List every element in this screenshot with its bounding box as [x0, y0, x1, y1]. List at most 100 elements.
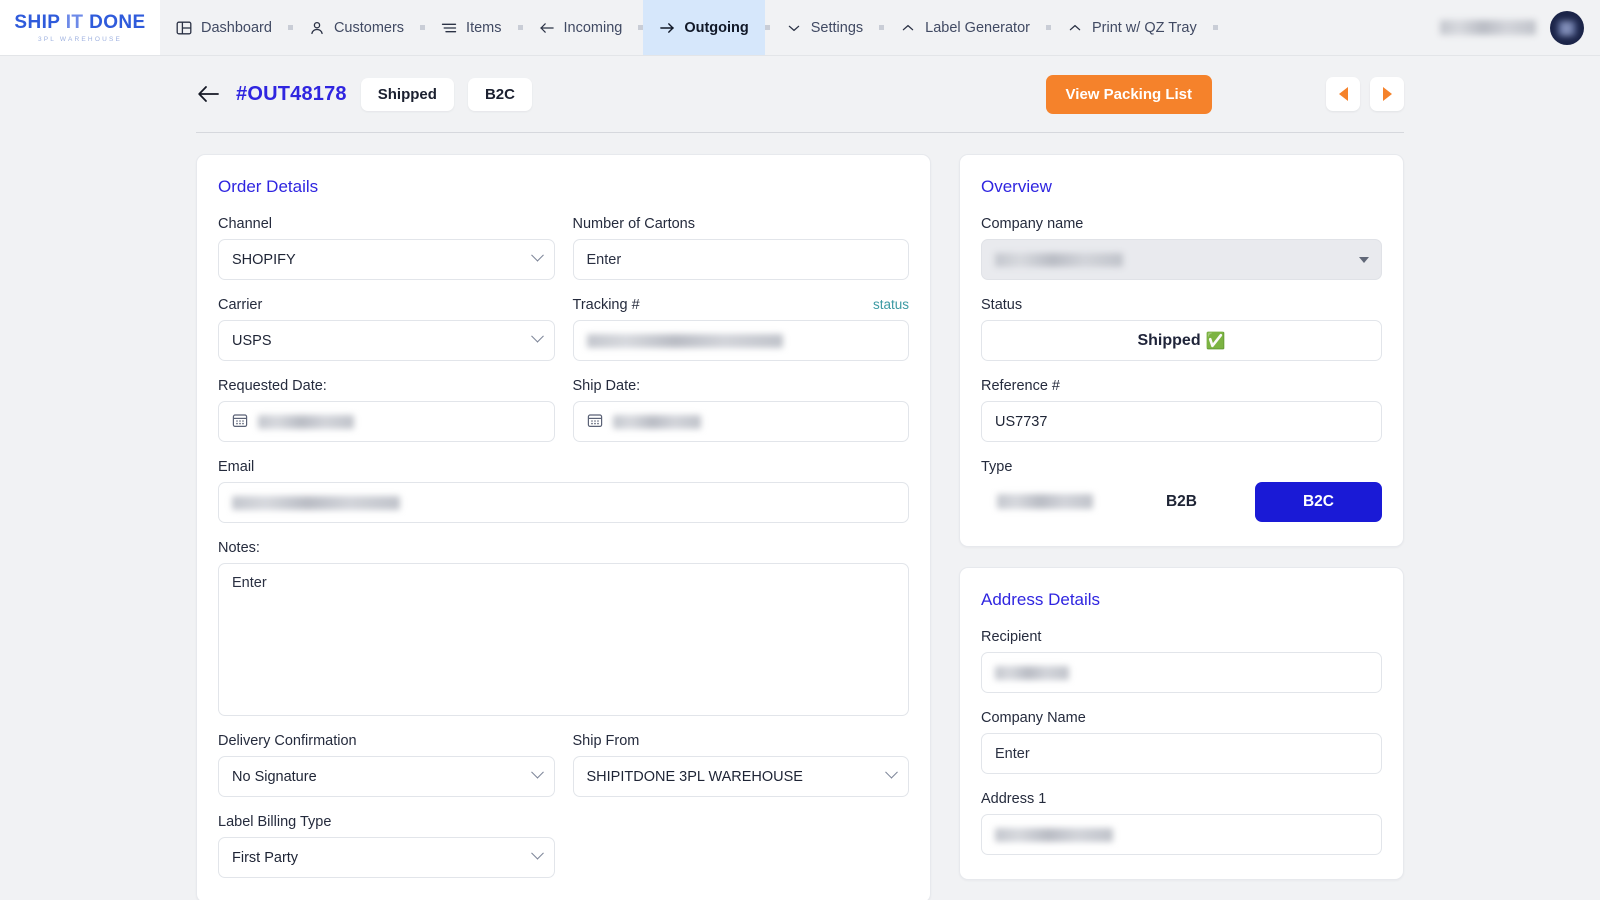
ship-date-value-redacted	[612, 414, 701, 429]
nav-label-incoming: Incoming	[563, 19, 623, 36]
nav-item-outgoing[interactable]: Outgoing	[643, 0, 765, 55]
app-logo[interactable]: SHIP IT DONE 3PL WAREHOUSE	[0, 0, 160, 55]
caret-down-icon	[1359, 256, 1369, 263]
previous-order-button[interactable]	[1326, 77, 1360, 111]
label-billing-select[interactable]: First Party	[218, 837, 555, 878]
notes-textarea[interactable]: Enter	[218, 563, 909, 716]
triangle-left-icon	[1338, 87, 1348, 101]
tracking-field: Tracking # status	[572, 297, 910, 361]
calendar-icon	[587, 412, 603, 432]
delivery-confirmation-label: Delivery Confirmation	[218, 733, 555, 749]
overview-status-label: Status	[981, 297, 1382, 313]
layout-icon	[176, 20, 192, 36]
channel-select[interactable]: SHOPIFY	[218, 239, 555, 280]
type-option-redacted-label	[996, 494, 1093, 510]
ship-date-label-text: Ship Date:	[572, 378, 641, 394]
notes-label-text: Notes:	[218, 540, 260, 556]
user-name-redacted	[1440, 20, 1536, 35]
type-option-b2b[interactable]: B2B	[1118, 482, 1245, 522]
carrier-select[interactable]: USPS	[218, 320, 555, 361]
label-billing-field: Label Billing Type First Party	[218, 814, 555, 878]
carrier-value: USPS	[232, 332, 272, 349]
email-label: Email	[218, 459, 909, 475]
nav-item-dashboard[interactable]: Dashboard	[160, 0, 288, 55]
nav-label-customers: Customers	[333, 19, 405, 36]
content-columns: Order Details Channel SHOPIFY Number of …	[196, 133, 1404, 900]
triangle-right-icon	[1382, 87, 1392, 101]
back-button[interactable]	[196, 81, 222, 107]
order-header: #OUT48178 Shipped B2C View Packing List	[196, 56, 1404, 132]
nav-item-print-qz-tray[interactable]: Print w/ QZ Tray	[1051, 0, 1213, 55]
chevron-down-icon	[530, 248, 544, 262]
tracking-label: Tracking # status	[573, 297, 910, 313]
channel-label: Channel	[218, 216, 555, 232]
ship-date-input[interactable]	[572, 401, 909, 442]
avatar[interactable]	[1550, 10, 1584, 45]
overview-status-value: Shipped	[1137, 331, 1201, 349]
nav-item-customers[interactable]: Customers	[293, 0, 420, 55]
address-company-input[interactable]: Enter	[981, 733, 1382, 774]
recipient-value-redacted	[995, 665, 1069, 680]
requested-date-input[interactable]	[218, 401, 555, 442]
notes-field: Notes: Enter	[218, 540, 909, 716]
nav-separator-dot	[1212, 25, 1218, 30]
nav-item-incoming[interactable]: Incoming	[523, 0, 639, 55]
requested-date-field: Requested Date:	[218, 378, 555, 442]
type-option-redacted[interactable]	[981, 482, 1108, 522]
order-type-badge: B2C	[467, 77, 532, 111]
right-column: Overview Company name Status Shipped ✅ R…	[959, 154, 1404, 880]
requested-date-value-redacted	[258, 414, 354, 429]
type-field: Type B2B B2C	[981, 459, 1382, 522]
chevron-down-icon	[530, 329, 544, 343]
channel-label-text: Channel	[218, 216, 273, 232]
reference-input[interactable]: US7737	[981, 401, 1382, 442]
nav-label-settings: Settings	[810, 19, 864, 36]
label-billing-row: Label Billing Type First Party	[218, 814, 909, 878]
cartons-input[interactable]: Enter	[572, 239, 909, 280]
email-field: Email	[218, 459, 909, 523]
tracking-value-redacted	[586, 333, 783, 348]
tracking-input[interactable]	[572, 320, 909, 361]
overview-status-field: Status Shipped ✅	[981, 297, 1382, 361]
delivery-confirmation-select[interactable]: No Signature	[218, 756, 555, 797]
next-order-button[interactable]	[1370, 77, 1404, 111]
carrier-label-text: Carrier	[218, 297, 263, 313]
email-value-redacted	[232, 495, 400, 510]
channel-field: Channel SHOPIFY	[218, 216, 555, 280]
overview-company-value-redacted	[995, 252, 1123, 267]
nav-label-items: Items	[466, 19, 502, 36]
nav-item-settings[interactable]: Settings	[770, 0, 879, 55]
order-details-card: Order Details Channel SHOPIFY Number of …	[196, 154, 931, 900]
ship-from-select[interactable]: SHIPITDONE 3PL WAREHOUSE	[572, 756, 909, 797]
nav-item-label-generator[interactable]: Label Generator	[884, 0, 1046, 55]
cartons-label-text: Number of Cartons	[572, 216, 696, 232]
email-input[interactable]	[218, 482, 909, 523]
overview-company-select[interactable]	[981, 239, 1382, 280]
overview-company-label: Company name	[981, 216, 1382, 232]
logo-wordmark: SHIP IT DONE	[14, 13, 145, 32]
chevron-up-icon	[900, 20, 916, 36]
type-option-b2c[interactable]: B2C	[1255, 482, 1382, 522]
overview-status-box: Shipped ✅	[981, 320, 1382, 361]
nav-item-items[interactable]: Items	[425, 0, 517, 55]
recipient-input[interactable]	[981, 652, 1382, 693]
address1-input[interactable]	[981, 814, 1382, 855]
requested-date-label-text: Requested Date:	[218, 378, 327, 394]
delivery-confirmation-label-text: Delivery Confirmation	[218, 733, 357, 749]
overview-company-label-text: Company name	[981, 216, 1084, 232]
left-column: Order Details Channel SHOPIFY Number of …	[196, 154, 931, 900]
label-billing-spacer	[573, 814, 910, 878]
overview-company-field: Company name	[981, 216, 1382, 280]
channel-value: SHOPIFY	[232, 251, 296, 268]
view-packing-list-button[interactable]: View Packing List	[1045, 74, 1212, 114]
logo-tagline: 3PL WAREHOUSE	[37, 35, 123, 43]
page-container: #OUT48178 Shipped B2C View Packing List …	[0, 56, 1600, 900]
order-pager	[1326, 77, 1404, 111]
address-details-card: Address Details Recipient Company Name E…	[959, 567, 1404, 880]
address1-value-redacted	[995, 827, 1113, 842]
nav-label-dashboard: Dashboard	[201, 19, 272, 36]
type-label-text: Type	[981, 459, 1013, 475]
tracking-status-link[interactable]: status	[873, 297, 909, 312]
ship-from-label: Ship From	[573, 733, 910, 749]
ship-from-field: Ship From SHIPITDONE 3PL WAREHOUSE	[572, 733, 910, 797]
